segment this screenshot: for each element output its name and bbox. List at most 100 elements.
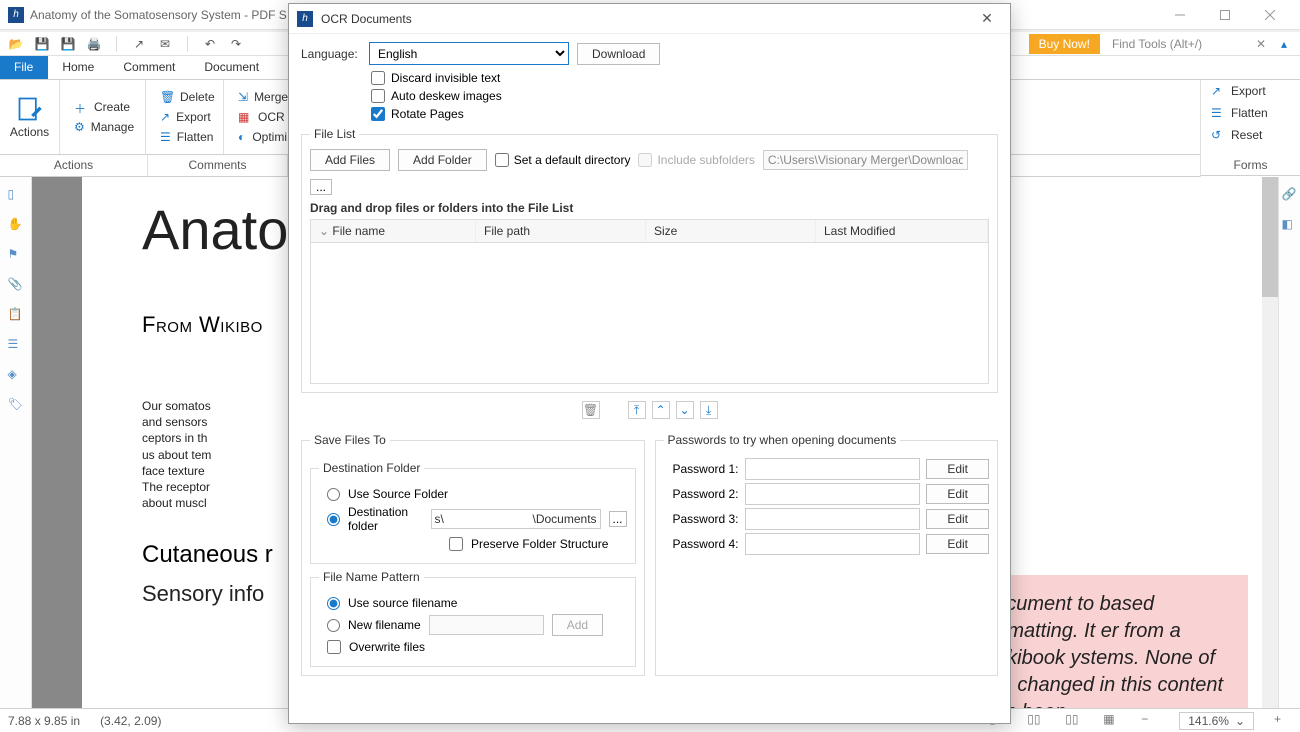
ribbon-optimize-button[interactable]: ◐Optimi [230, 128, 295, 146]
pwd3-label: Password 3: [664, 512, 739, 526]
plus-icon: ＋ [74, 100, 88, 114]
discard-invisible-checkbox[interactable] [371, 71, 385, 85]
download-button[interactable]: Download [577, 43, 660, 65]
send-icon[interactable]: ↗ [131, 36, 147, 52]
minimize-button[interactable] [1157, 1, 1202, 29]
view-multi-icon[interactable]: ▦ [1103, 712, 1121, 730]
rotate-pages-checkbox[interactable] [371, 107, 385, 121]
col-modified-header[interactable]: Last Modified [816, 220, 988, 242]
save-files-fieldset: Save Files To Destination Folder Use Sou… [301, 433, 645, 676]
ribbon-flatten-label: Flatten [177, 130, 214, 144]
attachment-icon[interactable]: 📎 [8, 277, 24, 293]
tab-document[interactable]: Document [190, 56, 274, 79]
ribbon-merge-button[interactable]: ⇲Merge [230, 88, 295, 106]
dest-folder-radio[interactable] [327, 513, 340, 526]
saveall-icon[interactable]: 💾 [60, 36, 76, 52]
sort-icon[interactable]: ⌄ [319, 224, 332, 238]
zoom-level[interactable]: 141.6%⌄ [1179, 712, 1254, 730]
move-top-button[interactable]: ⤒ [628, 401, 646, 419]
dest-path-suffix: \Documents [533, 512, 597, 526]
expand-icon[interactable]: ▴ [1276, 36, 1292, 52]
pwd3-edit-button[interactable]: Edit [926, 509, 989, 529]
save-icon[interactable]: 💾 [34, 36, 50, 52]
flag-icon[interactable]: ⚑ [8, 247, 24, 263]
tag-icon[interactable]: 🏷 [8, 397, 24, 413]
page-icon[interactable]: ▯ [8, 187, 24, 203]
pwd1-input[interactable] [745, 458, 921, 480]
file-list-table[interactable]: ⌄ File name File path Size Last Modified [310, 219, 989, 384]
mail-icon[interactable]: ✉ [157, 36, 173, 52]
layers-icon[interactable]: ◈ [8, 367, 24, 383]
scrollbar-thumb[interactable] [1262, 177, 1278, 297]
ocr-icon: ▦ [238, 110, 252, 124]
cube-icon[interactable]: ◧ [1282, 217, 1298, 233]
ribbon-label-forms: Forms [1200, 155, 1300, 176]
ribbon-ocr-button[interactable]: ▦OCR [230, 108, 295, 126]
hand-icon[interactable]: ✋ [8, 217, 24, 233]
maximize-button[interactable] [1202, 1, 1247, 29]
vertical-scrollbar[interactable] [1262, 177, 1278, 708]
add-folder-button[interactable]: Add Folder [398, 149, 487, 171]
zoom-in-icon[interactable]: + [1274, 712, 1292, 730]
use-source-folder-radio[interactable] [327, 488, 340, 501]
ribbon-export-label: Export [176, 110, 211, 124]
ribbon-flatten-button[interactable]: ☰Flatten [152, 128, 217, 146]
include-subfolders-label: Include subfolders [657, 153, 754, 167]
zoom-out-icon[interactable]: − [1141, 712, 1159, 730]
ribbon-flatten2-button[interactable]: ☰Flatten [1201, 102, 1300, 124]
link-icon[interactable]: 🔗 [1282, 187, 1298, 203]
delete-row-button[interactable]: 🗑 [582, 401, 600, 419]
reset-icon: ↺ [1211, 128, 1225, 142]
language-select[interactable]: English [369, 42, 569, 65]
ribbon-label-actions: Actions [0, 155, 148, 176]
dest-browse-button[interactable]: ... [609, 511, 627, 527]
dnd-help-text: Drag and drop files or folders into the … [310, 201, 989, 215]
ribbon-delete-button[interactable]: 🗑Delete [152, 88, 217, 106]
auto-deskew-checkbox[interactable] [371, 89, 385, 103]
flatten-icon: ☰ [1211, 106, 1225, 120]
pwd2-input[interactable] [745, 483, 921, 505]
move-down-button[interactable]: ⌄ [676, 401, 694, 419]
browse-button[interactable]: ... [310, 179, 332, 195]
preserve-structure-checkbox[interactable] [449, 537, 463, 551]
ribbon-export2-button[interactable]: ↗Export [1201, 80, 1300, 102]
pwd2-edit-button[interactable]: Edit [926, 484, 989, 504]
ribbon-create-button[interactable]: ＋Create [66, 98, 139, 116]
new-filename-radio[interactable] [327, 619, 340, 632]
pwd1-label: Password 1: [664, 462, 739, 476]
add-files-button[interactable]: Add Files [310, 149, 390, 171]
overwrite-checkbox[interactable] [327, 640, 341, 654]
tab-comment[interactable]: Comment [109, 56, 190, 79]
print-icon[interactable]: 🖨️ [86, 36, 102, 52]
pwd1-edit-button[interactable]: Edit [926, 459, 989, 479]
close-button[interactable] [1247, 1, 1292, 29]
ribbon-group-actions[interactable]: Actions [0, 80, 60, 154]
redo-icon[interactable]: ↷ [228, 36, 244, 52]
view-continuous-icon[interactable]: ▯▯ [1027, 712, 1045, 730]
tab-file[interactable]: File [0, 56, 48, 79]
move-up-button[interactable]: ⌃ [652, 401, 670, 419]
tab-home[interactable]: Home [48, 56, 109, 79]
open-icon[interactable]: 📂 [8, 36, 24, 52]
pwd4-edit-button[interactable]: Edit [926, 534, 989, 554]
pwd3-input[interactable] [745, 508, 921, 530]
view-facing-icon[interactable]: ▯▯ [1065, 712, 1083, 730]
form-icon[interactable]: ☰ [8, 337, 24, 353]
move-bottom-button[interactable]: ⤓ [700, 401, 718, 419]
find-tools-input[interactable]: Find Tools (Alt+/) [1106, 35, 1246, 53]
find-tools-close-icon[interactable]: ✕ [1252, 37, 1270, 51]
ribbon-actions-label: Actions [10, 125, 49, 139]
ribbon-export-button[interactable]: ↗Export [152, 108, 217, 126]
clipboard-icon[interactable]: 📋 [8, 307, 24, 323]
set-default-dir-checkbox[interactable] [495, 153, 509, 167]
pwd4-input[interactable] [745, 533, 921, 555]
buy-now-button[interactable]: Buy Now! [1029, 34, 1100, 54]
ribbon-reset-button[interactable]: ↺Reset [1201, 124, 1300, 146]
use-source-filename-radio[interactable] [327, 597, 340, 610]
col-size-header[interactable]: Size [646, 220, 816, 242]
col-name-header[interactable]: File name [332, 224, 385, 238]
dialog-close-button[interactable]: ✕ [972, 10, 1002, 27]
col-path-header[interactable]: File path [476, 220, 646, 242]
undo-icon[interactable]: ↶ [202, 36, 218, 52]
ribbon-manage-button[interactable]: ⚙Manage [66, 118, 139, 136]
